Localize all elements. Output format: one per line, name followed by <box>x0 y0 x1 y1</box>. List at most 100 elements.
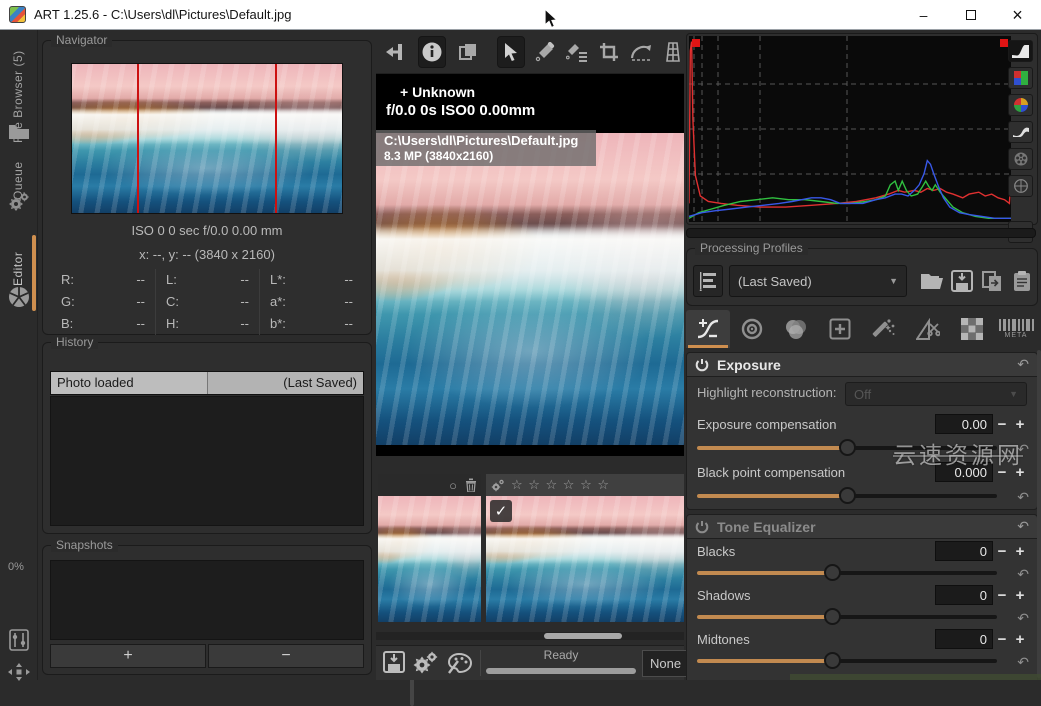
image-viewer[interactable]: + Unknown f/0.0 0s ISO0 0.00mm C:\Users\… <box>376 74 684 456</box>
vectorscope-icon[interactable] <box>1008 175 1033 197</box>
slider-thumb[interactable] <box>824 564 841 581</box>
filmstrip-scrollbar[interactable] <box>376 632 684 640</box>
queue-processing-button[interactable] <box>412 651 438 675</box>
info-toggle-button[interactable] <box>418 36 446 68</box>
title-bar[interactable]: ART 1.25.6 - C:\Users\dl\Pictures\Defaul… <box>0 0 1041 30</box>
blacks-spinbox[interactable]: 0 − + <box>935 541 1029 561</box>
increment-button[interactable]: + <box>1011 416 1029 433</box>
before-after-button[interactable] <box>454 36 482 68</box>
exposure-section-header[interactable]: Exposure ↶ <box>686 352 1038 376</box>
slider-thumb[interactable] <box>824 608 841 625</box>
midtones-slider[interactable] <box>697 651 997 671</box>
maximize-button[interactable] <box>947 0 994 30</box>
midtones-spinbox[interactable]: 0 − + <box>935 629 1029 649</box>
slider-reset-icon[interactable]: ↶ <box>1017 654 1029 671</box>
color-management-button[interactable] <box>446 651 472 675</box>
tab-exposure[interactable] <box>686 310 730 348</box>
filmstrip-thumb-1[interactable]: ○ <box>378 474 481 622</box>
history-entry[interactable]: Photo loaded <box>51 372 208 394</box>
rating-stars[interactable]: ☆ ☆ ☆ ☆ ☆ ☆ <box>511 477 610 493</box>
color-label-icon[interactable]: ○ <box>449 478 457 493</box>
history-entry-row[interactable]: Photo loaded (Last Saved) <box>50 371 364 395</box>
tab-metadata[interactable]: META <box>994 310 1038 348</box>
folder-icon[interactable] <box>7 120 31 144</box>
tab-special-effects[interactable] <box>862 310 906 348</box>
histogram-mode-icon[interactable] <box>1008 40 1033 62</box>
tools-scrollbar[interactable] <box>1037 350 1041 678</box>
picker-options-button[interactable] <box>563 36 591 68</box>
power-icon[interactable] <box>695 520 709 534</box>
decrement-button[interactable]: − <box>993 543 1011 560</box>
increment-button[interactable]: + <box>1011 631 1029 648</box>
tone-equalizer-section-header[interactable]: Tone Equalizer ↶ <box>686 514 1038 538</box>
tab-detail[interactable] <box>730 310 774 348</box>
slider-thumb[interactable] <box>824 652 841 669</box>
hide-left-panel-button[interactable] <box>380 36 408 68</box>
tab-transform[interactable] <box>906 310 950 348</box>
pan-move-icon[interactable] <box>7 660 31 684</box>
black-point-slider[interactable] <box>697 486 997 506</box>
close-button[interactable]: × <box>994 0 1041 30</box>
curve-mode-icon[interactable] <box>1008 121 1033 143</box>
profile-select[interactable]: (Last Saved) ▼ <box>729 265 907 297</box>
queue-profile-select[interactable]: None <box>642 650 688 677</box>
filmstrip-scrollbar-thumb[interactable] <box>544 633 622 639</box>
in-queue-gear-icon[interactable] <box>490 479 505 492</box>
navigator-thumbnail[interactable] <box>71 63 343 214</box>
decrement-button[interactable]: − <box>993 416 1011 433</box>
highlight-reconstruction-select[interactable]: Off ▼ <box>845 382 1027 406</box>
histogram-resize-handle[interactable] <box>686 228 1036 238</box>
history-list[interactable] <box>50 396 364 526</box>
tab-local-editing[interactable] <box>818 310 862 348</box>
add-snapshot-button[interactable]: + <box>50 644 206 668</box>
thumb-2-image[interactable]: ✓ <box>486 496 684 622</box>
straighten-tool-button[interactable] <box>627 36 655 68</box>
profile-list-button[interactable] <box>693 265 723 297</box>
save-profile-button[interactable] <box>949 266 975 296</box>
paste-profile-button[interactable] <box>1009 266 1035 296</box>
histogram-plot[interactable] <box>689 36 1011 222</box>
exposure-compensation-spinbox[interactable]: 0.00 − + <box>935 414 1029 434</box>
power-icon[interactable] <box>695 358 709 372</box>
main-image[interactable] <box>376 133 684 445</box>
decrement-button[interactable]: − <box>993 631 1011 648</box>
perspective-tool-button[interactable] <box>659 36 687 68</box>
minimize-button[interactable]: – <box>900 0 947 30</box>
thumb-1-image[interactable] <box>378 496 481 622</box>
decrement-button[interactable]: − <box>993 587 1011 604</box>
hand-tool-button[interactable] <box>497 36 525 68</box>
filmstrip-thumb-2-selected[interactable]: ☆ ☆ ☆ ☆ ☆ ☆ ✓ <box>486 474 684 622</box>
tone-equalizer-reset-icon[interactable]: ↶ <box>1017 518 1029 535</box>
blacks-slider[interactable] <box>697 563 997 583</box>
slider-thumb[interactable] <box>839 439 856 456</box>
slider-thumb[interactable] <box>839 487 856 504</box>
hsv-wheel-icon[interactable] <box>1008 94 1033 116</box>
tab-editor[interactable]: Editor <box>11 242 25 286</box>
copy-profile-button[interactable] <box>979 266 1005 296</box>
mixer-icon[interactable] <box>7 628 31 652</box>
trash-icon[interactable] <box>465 478 477 492</box>
shadows-slider[interactable] <box>697 607 997 627</box>
slider-reset-icon[interactable]: ↶ <box>1017 489 1029 506</box>
crop-tool-button[interactable] <box>595 36 623 68</box>
slider-reset-icon[interactable]: ↶ <box>1017 566 1029 583</box>
increment-button[interactable]: + <box>1011 587 1029 604</box>
highlight-reconstruction-label: Highlight reconstruction: <box>697 385 836 400</box>
shadows-spinbox[interactable]: 0 − + <box>935 585 1029 605</box>
snapshots-list[interactable] <box>50 560 364 640</box>
increment-button[interactable]: + <box>1011 543 1029 560</box>
shadow-clip-indicator[interactable] <box>692 39 700 47</box>
queue-gears-icon[interactable] <box>7 190 31 214</box>
tab-raw[interactable] <box>950 310 994 348</box>
history-title: History <box>51 335 98 349</box>
color-picker-button[interactable] <box>531 36 559 68</box>
exposure-reset-icon[interactable]: ↶ <box>1017 356 1029 373</box>
slider-reset-icon[interactable]: ↶ <box>1017 610 1029 627</box>
aperture-icon[interactable] <box>7 285 31 309</box>
save-image-button[interactable] <box>383 651 405 673</box>
tab-color[interactable] <box>774 310 818 348</box>
film-reel-icon[interactable] <box>1008 148 1033 170</box>
rgb-mode-icon[interactable] <box>1008 67 1033 89</box>
remove-snapshot-button[interactable]: − <box>208 644 364 668</box>
load-profile-button[interactable] <box>919 266 945 296</box>
